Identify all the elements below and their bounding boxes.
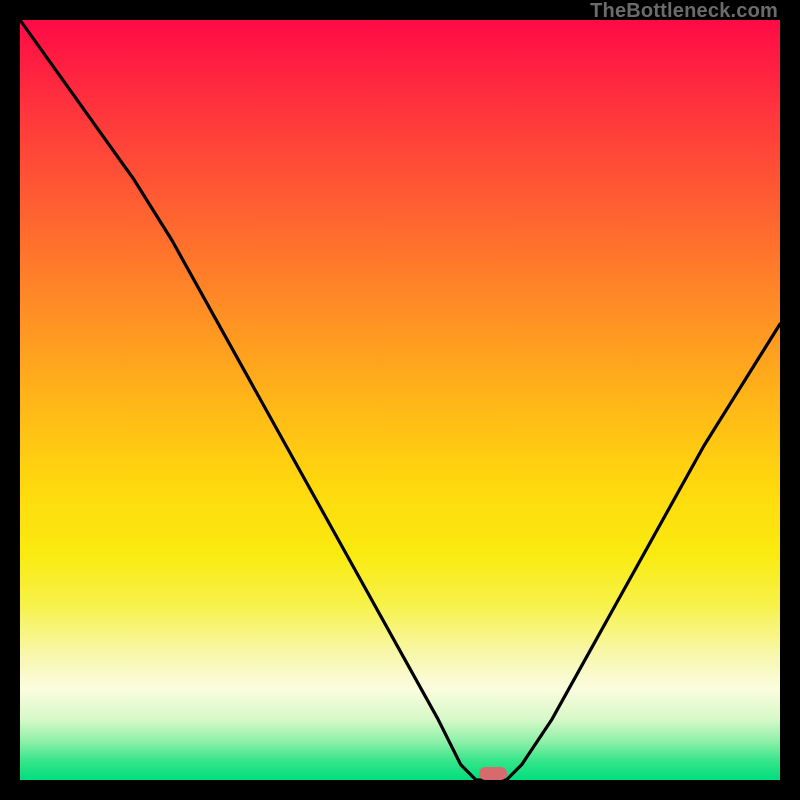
chart-frame: TheBottleneck.com (0, 0, 800, 800)
valley-marker (479, 767, 507, 780)
bottleneck-curve (20, 20, 780, 780)
plot-area (20, 20, 780, 780)
